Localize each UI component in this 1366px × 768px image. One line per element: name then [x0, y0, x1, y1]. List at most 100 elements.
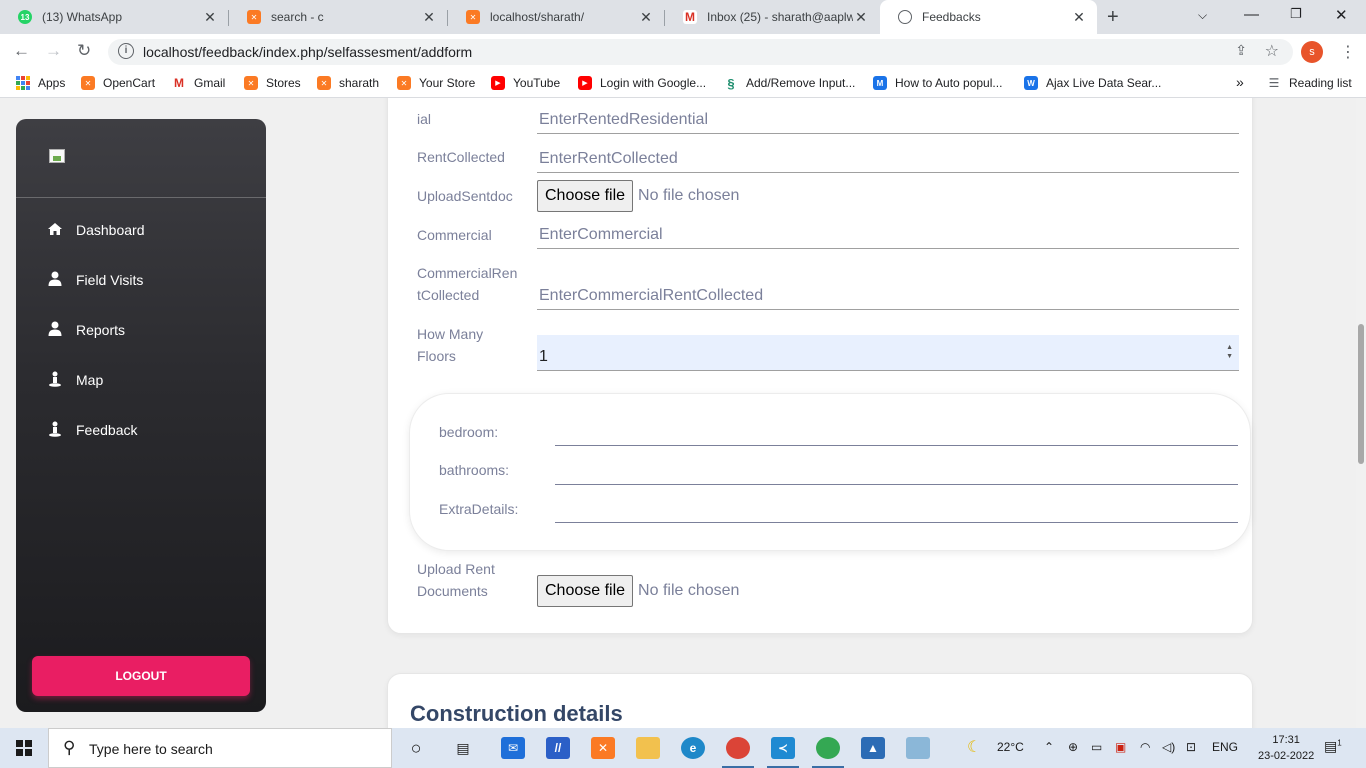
close-icon[interactable]: ✕ [853, 9, 869, 26]
reading-list-button[interactable]: ☰ Reading list [1267, 76, 1352, 90]
share-icon[interactable]: ⇪ [1235, 42, 1247, 59]
volume-icon[interactable]: ◁) [1162, 740, 1175, 754]
restore-icon[interactable]: ❐ [1290, 6, 1302, 22]
tray-chevron-icon[interactable]: ⌃ [1044, 740, 1054, 754]
windows-start-icon[interactable] [16, 740, 32, 756]
window-close-icon[interactable]: ✕ [1335, 6, 1348, 24]
back-icon[interactable]: ← [13, 41, 30, 61]
xampp-icon: ✕ [247, 10, 261, 24]
close-icon[interactable]: ✕ [421, 9, 437, 26]
extra-details-input[interactable] [555, 522, 1238, 523]
close-icon[interactable]: ✕ [1071, 9, 1087, 26]
bookmark-youtube[interactable]: ▶ YouTube [491, 76, 560, 90]
photos-icon[interactable]: ▲ [861, 737, 885, 759]
close-icon[interactable]: ✕ [202, 9, 218, 26]
sidebar-item-label: Reports [76, 322, 126, 338]
sidebar-item-reports[interactable]: Reports [46, 318, 125, 342]
upload-sentdoc-file-input[interactable]: Choose file No file chosen [537, 180, 739, 212]
section-title: Construction details [410, 701, 623, 726]
bookmark-star-icon[interactable]: ☆ [1265, 41, 1279, 61]
minimize-icon[interactable]: — [1244, 6, 1259, 23]
rented-residential-input[interactable]: EnterRentedResidential [537, 98, 1239, 134]
bookmark-label: Gmail [194, 76, 226, 90]
bookmark-your-store[interactable]: ✕ Your Store [397, 76, 475, 90]
commercial-input[interactable]: EnterCommercial [537, 213, 1239, 249]
bookmark-add-remove-input[interactable]: § Add/Remove Input... [724, 76, 855, 91]
floors-number-input[interactable]: 1 ▲ ▼ [537, 335, 1239, 371]
bedroom-input[interactable] [555, 445, 1238, 446]
tab-whatsapp[interactable]: 13 (13) WhatsApp ✕ [0, 0, 228, 34]
file-explorer-icon[interactable] [636, 737, 660, 759]
meet-now-icon[interactable]: ⊕ [1068, 740, 1078, 754]
sidebar-item-dashboard[interactable]: Dashboard [46, 218, 145, 242]
xampp-icon[interactable]: ✕ [591, 737, 615, 759]
bathrooms-input[interactable] [555, 484, 1238, 485]
weather-temp[interactable]: 22°C [997, 740, 1024, 754]
logout-button[interactable]: LOGOUT [32, 656, 250, 696]
task-view-icon[interactable]: ▤ [451, 737, 475, 759]
file-status: No file chosen [638, 187, 740, 204]
sidebar-item-feedback[interactable]: Feedback [46, 418, 137, 442]
photo-editor-icon[interactable]: // [546, 737, 570, 759]
edge-icon[interactable]: e [681, 737, 705, 759]
input-placeholder: EnterCommercialRentCollected [539, 287, 764, 304]
defender-icon[interactable]: ▣ [1115, 740, 1126, 754]
tab-inbox[interactable]: M Inbox (25) - sharath@aaplwe ✕ [665, 0, 879, 34]
page-content: Dashboard Field Visits Reports Map Feedb… [0, 98, 1366, 728]
chrome-profile-icon[interactable] [812, 737, 844, 768]
cortana-icon[interactable]: ○ [404, 737, 428, 759]
scrollbar-thumb[interactable] [1358, 324, 1364, 464]
w-logo-icon: W [1024, 76, 1038, 90]
upload-rent-label-line1: Upload Rent [417, 561, 495, 577]
bookmark-login-google[interactable]: ▶ Login with Google... [578, 76, 706, 90]
choose-file-button[interactable]: Choose file [537, 575, 634, 607]
battery-icon[interactable]: ▭ [1091, 740, 1102, 754]
weather-moon-icon[interactable]: ☾ [967, 737, 981, 757]
bookmark-label: Apps [38, 76, 66, 90]
bookmark-ajax-live-search[interactable]: W Ajax Live Data Sear... [1024, 76, 1161, 90]
vscode-icon[interactable]: ≺ [767, 737, 799, 768]
network-icon[interactable]: ⊡ [1186, 740, 1196, 754]
tab-search[interactable]: ✕ search - c ✕ [229, 0, 447, 34]
bookmark-sharath[interactable]: ✕ sharath [317, 76, 379, 90]
tab-feedbacks[interactable]: Feedbacks ✕ [880, 0, 1097, 34]
rent-collected-input[interactable]: EnterRentCollected [537, 137, 1239, 173]
notification-icon[interactable]: ▤1 [1324, 738, 1342, 755]
clock[interactable]: 17:31 23-02-2022 [1258, 732, 1314, 764]
tab-search-chevron-icon[interactable]: ⌵ [1198, 8, 1207, 23]
construction-details-card: Construction details [387, 673, 1253, 728]
bookmark-label: How to Auto popul... [895, 76, 1003, 90]
upload-rent-file-input[interactable]: Choose file No file chosen [537, 575, 739, 607]
chrome-icon[interactable] [722, 737, 754, 768]
close-icon[interactable]: ✕ [638, 9, 654, 26]
bookmark-stores[interactable]: ✕ Stores [244, 76, 301, 90]
more-bookmarks-button[interactable]: » [1236, 74, 1244, 90]
tab-localhost-sharath[interactable]: ✕ localhost/sharath/ ✕ [448, 0, 664, 34]
forward-icon[interactable]: → [45, 41, 62, 61]
menu-kebab-icon[interactable]: ⋮ [1340, 42, 1356, 62]
new-tab-button[interactable]: + [1107, 6, 1119, 29]
omnibox[interactable]: i localhost/feedback/index.php/selfasses… [108, 39, 1293, 65]
wifi-icon[interactable]: ◠ [1140, 740, 1150, 754]
language-indicator[interactable]: ENG [1212, 740, 1238, 754]
sidebar-item-field-visits[interactable]: Field Visits [46, 268, 143, 292]
number-spinner[interactable]: ▲ ▼ [1226, 343, 1233, 361]
home-icon [46, 222, 64, 239]
mail-icon[interactable]: ✉ [501, 737, 525, 759]
whatsapp-icon: 13 [18, 10, 32, 24]
taskbar-search-box[interactable]: ⚲ Type here to search [48, 728, 392, 768]
url-text[interactable]: localhost/feedback/index.php/selfassesme… [143, 44, 472, 60]
reload-icon[interactable]: ↻ [77, 41, 91, 61]
commercial-rent-collected-input[interactable]: EnterCommercialRentCollected [537, 274, 1239, 310]
sidebar-item-map[interactable]: Map [46, 368, 103, 392]
choose-file-button[interactable]: Choose file [537, 180, 634, 212]
bookmark-auto-populate[interactable]: M How to Auto popul... [873, 76, 1002, 90]
profile-avatar[interactable]: s [1301, 41, 1323, 63]
bookmark-opencart[interactable]: ✕ OpenCart [81, 76, 155, 90]
bookmark-apps[interactable]: Apps [16, 76, 65, 90]
site-info-icon[interactable]: i [118, 43, 134, 59]
page-scrollbar[interactable] [1356, 98, 1366, 728]
bookmark-label: Stores [266, 76, 301, 90]
notepad-icon[interactable] [906, 737, 930, 759]
bookmark-gmail[interactable]: M Gmail [172, 76, 225, 90]
